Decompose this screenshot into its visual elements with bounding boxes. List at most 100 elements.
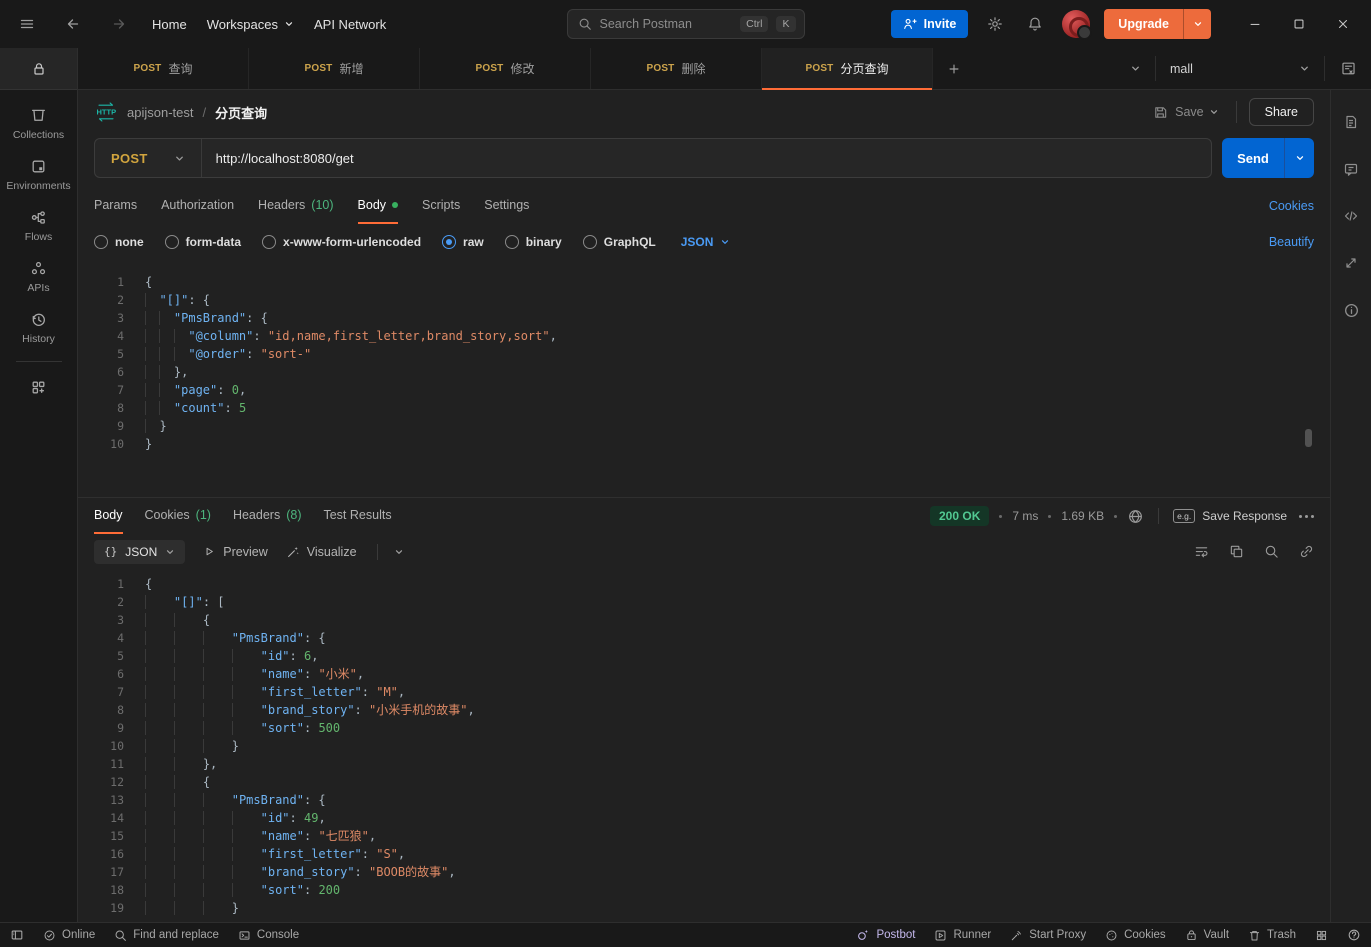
- tab-params[interactable]: Params: [94, 188, 137, 224]
- save-options-chevron[interactable]: [1204, 99, 1224, 125]
- start-proxy-button[interactable]: Start Proxy: [1010, 929, 1086, 942]
- preview-button[interactable]: Preview: [203, 545, 268, 559]
- breadcrumb-collection[interactable]: apijson-test: [127, 105, 193, 120]
- cookies-link[interactable]: Cookies: [1269, 188, 1314, 224]
- send-options-chevron[interactable]: [1284, 138, 1314, 178]
- cookies-button[interactable]: Cookies: [1105, 929, 1166, 942]
- info-button[interactable]: [1343, 302, 1360, 319]
- environment-selector[interactable]: mall: [1156, 48, 1324, 89]
- share-button[interactable]: Share: [1248, 98, 1314, 126]
- nav-workspaces[interactable]: Workspaces: [207, 17, 294, 32]
- sidebar-item-environments[interactable]: Environments: [0, 158, 77, 192]
- environment-quick-look-button[interactable]: [1325, 48, 1371, 89]
- network-info-button[interactable]: [1127, 508, 1144, 525]
- tab-body[interactable]: Body: [357, 188, 399, 224]
- code-content: },: [145, 755, 217, 773]
- online-status[interactable]: Online: [43, 929, 95, 942]
- window-close-button[interactable]: [1321, 4, 1365, 44]
- window-maximize-button[interactable]: [1277, 4, 1321, 44]
- tab-post-update[interactable]: POST 修改: [420, 48, 591, 89]
- tab-post-query[interactable]: POST 查询: [78, 48, 249, 89]
- response-more-options-button[interactable]: [1299, 514, 1314, 518]
- radio-raw[interactable]: raw: [442, 235, 484, 249]
- tab-post-delete[interactable]: POST 删除: [591, 48, 762, 89]
- request-body-editor[interactable]: 1{2 "[]": {3 "PmsBrand": {4 "@column": "…: [78, 260, 1330, 497]
- tab-settings[interactable]: Settings: [484, 188, 529, 224]
- upgrade-button[interactable]: Upgrade: [1104, 9, 1211, 39]
- add-tab-button[interactable]: [933, 48, 975, 89]
- search-icon: [578, 17, 592, 31]
- radio-form-data[interactable]: form-data: [164, 235, 241, 249]
- line-number: 15: [110, 829, 124, 843]
- radio-circle: [582, 235, 597, 249]
- toggle-sidebar-button[interactable]: [10, 928, 24, 942]
- settings-button[interactable]: [982, 11, 1008, 37]
- code-line: 1{: [78, 273, 1330, 291]
- save-button[interactable]: Save: [1153, 105, 1204, 120]
- postbot-button[interactable]: Postbot: [856, 928, 915, 942]
- save-response-button[interactable]: e.g. Save Response: [1173, 509, 1287, 523]
- related-requests-button[interactable]: [1343, 255, 1359, 271]
- nav-home[interactable]: Home: [152, 17, 187, 32]
- sidebar-item-history[interactable]: History: [0, 311, 77, 345]
- postman-window: Home Workspaces API Network Search Postm…: [0, 0, 1371, 947]
- radio-none[interactable]: none: [94, 235, 144, 249]
- trash-icon: [1248, 929, 1261, 942]
- code-snippet-button[interactable]: [1343, 208, 1359, 224]
- comments-button[interactable]: [1343, 161, 1359, 177]
- raw-format-selector[interactable]: JSON: [681, 235, 731, 249]
- tab-post-create[interactable]: POST 新增: [249, 48, 420, 89]
- line-number: 3: [117, 613, 124, 627]
- nav-api-network[interactable]: API Network: [314, 17, 386, 32]
- tab-test-results[interactable]: Test Results: [323, 498, 391, 534]
- radio-x-www-form-urlencoded[interactable]: x-www-form-urlencoded: [262, 235, 421, 249]
- avatar[interactable]: [1062, 10, 1093, 40]
- beautify-link[interactable]: Beautify: [1269, 235, 1314, 249]
- search-input[interactable]: Search Postman Ctrl K: [566, 9, 805, 39]
- help-button[interactable]: [1347, 928, 1361, 942]
- radio-binary[interactable]: binary: [504, 235, 562, 249]
- sidebar-item-collections[interactable]: Collections: [0, 107, 77, 141]
- vault-button[interactable]: Vault: [1185, 929, 1229, 942]
- tab-scripts[interactable]: Scripts: [422, 188, 460, 224]
- response-format-selector[interactable]: {} JSON: [94, 539, 186, 564]
- wrap-lines-button[interactable]: [1194, 544, 1209, 559]
- url-input[interactable]: http://localhost:8080/get: [202, 151, 1211, 166]
- radio-graphql[interactable]: GraphQL: [582, 235, 656, 249]
- sidebar-configure-button[interactable]: [0, 379, 77, 396]
- runner-button[interactable]: Runner: [934, 929, 991, 942]
- sidebar-item-flows[interactable]: Flows: [0, 209, 77, 243]
- tab-response-cookies[interactable]: Cookies (1): [145, 498, 211, 534]
- chevron-down-icon: [1130, 63, 1141, 74]
- visualize-button[interactable]: Visualize: [286, 545, 357, 559]
- tab-response-body[interactable]: Body: [94, 498, 123, 534]
- tab-headers[interactable]: Headers (10): [258, 188, 333, 224]
- upgrade-caret[interactable]: [1183, 9, 1211, 39]
- tab-authorization[interactable]: Authorization: [161, 188, 234, 224]
- back-button[interactable]: [60, 11, 86, 37]
- method-selector[interactable]: POST: [95, 151, 201, 166]
- window-minimize-button[interactable]: [1233, 4, 1277, 44]
- find-and-replace-button[interactable]: Find and replace: [114, 929, 219, 942]
- main-menu-button[interactable]: [14, 11, 40, 37]
- status-badge[interactable]: 200 OK: [930, 506, 990, 526]
- tab-response-headers[interactable]: Headers (8): [233, 498, 302, 534]
- breadcrumb-request-title[interactable]: 分页查询: [215, 103, 267, 122]
- console-button[interactable]: Console: [238, 929, 299, 942]
- tab-post-paged-query[interactable]: POST 分页查询: [762, 48, 933, 90]
- notifications-button[interactable]: [1022, 11, 1048, 37]
- tab-list-chevron[interactable]: [1115, 48, 1155, 89]
- scrollbar-handle[interactable]: [1305, 429, 1312, 447]
- sidebar-item-apis[interactable]: APIs: [0, 260, 77, 294]
- invite-button[interactable]: Invite: [890, 10, 969, 38]
- workspace-lock-button[interactable]: [0, 48, 77, 90]
- copy-button[interactable]: [1229, 544, 1244, 559]
- trash-button[interactable]: Trash: [1248, 929, 1296, 942]
- link-button[interactable]: [1299, 544, 1314, 559]
- send-button[interactable]: Send: [1222, 138, 1284, 178]
- forward-button[interactable]: [106, 11, 132, 37]
- documentation-button[interactable]: [1343, 114, 1359, 130]
- visualize-options-chevron[interactable]: [390, 539, 408, 565]
- search-in-body-button[interactable]: [1264, 544, 1279, 559]
- select-window-button[interactable]: [1315, 929, 1328, 942]
